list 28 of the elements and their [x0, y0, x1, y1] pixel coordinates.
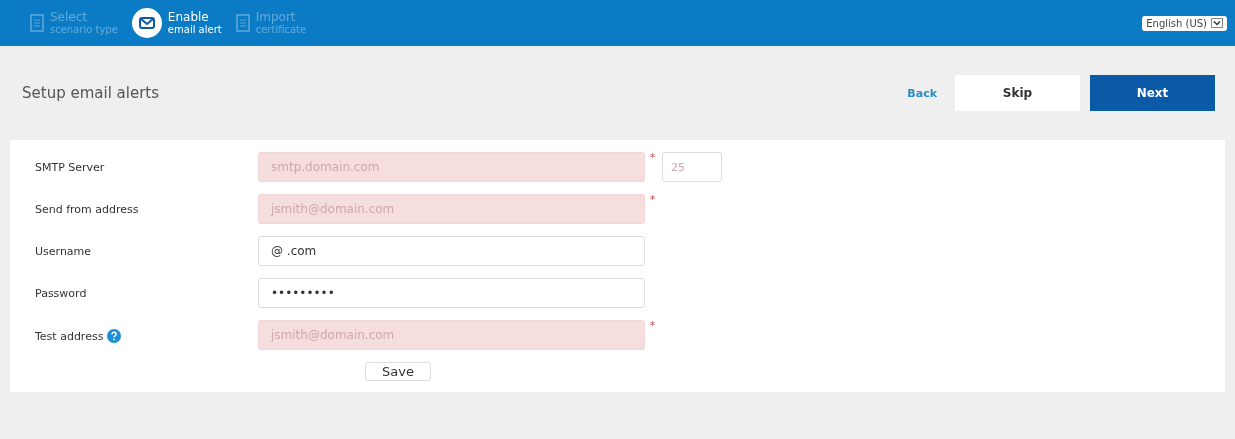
skip-button[interactable]: Skip	[955, 75, 1080, 111]
field-label: Test address	[35, 329, 104, 343]
step-title: Select	[50, 10, 89, 25]
required-mark: *	[650, 194, 654, 205]
step-title: Enable	[167, 10, 210, 25]
language-select[interactable]: English (US)	[1142, 15, 1227, 31]
field-label: Password	[35, 287, 87, 300]
page-title: Setup email alerts	[22, 84, 160, 102]
field-label: Username	[35, 245, 92, 258]
wizard-step[interactable]: Enable email alert	[131, 8, 222, 38]
envelope-icon	[131, 8, 162, 38]
required-mark: *	[650, 152, 654, 163]
required-mark: *	[650, 320, 654, 331]
document-icon	[30, 14, 44, 32]
step-subtitle: email alert	[167, 24, 222, 36]
dropdown-caret-icon[interactable]	[1211, 18, 1223, 28]
port-field[interactable]: 25	[662, 152, 722, 182]
save-button[interactable]: Save	[365, 362, 431, 381]
step-title: Import	[255, 10, 297, 25]
help-icon[interactable]	[107, 329, 122, 343]
next-button[interactable]: Next	[1090, 75, 1215, 111]
document-icon	[235, 14, 250, 32]
step-subtitle: certificate	[255, 24, 307, 36]
step-subtitle: scenario type	[50, 24, 118, 36]
input-field[interactable]: @ .com	[258, 236, 645, 266]
input-field[interactable]: •••••••••	[258, 278, 645, 308]
field-label: SMTP Server	[35, 161, 105, 174]
field-label: Send from address	[35, 203, 139, 216]
